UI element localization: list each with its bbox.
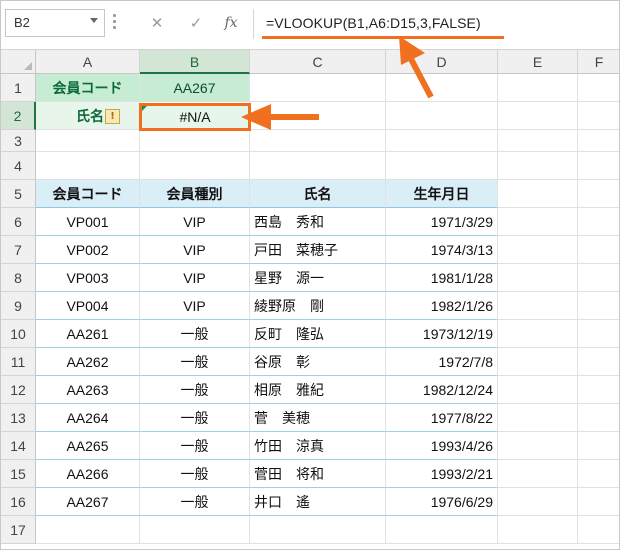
arrow-to-cell	[241, 104, 319, 130]
annotation-arrows	[241, 36, 434, 130]
spreadsheet-window: B2 ✕ ✓ fx =VLOOKUP(B1,A6:D15,3,FALSE) A …	[0, 0, 620, 550]
arrow-to-formula	[399, 36, 434, 99]
